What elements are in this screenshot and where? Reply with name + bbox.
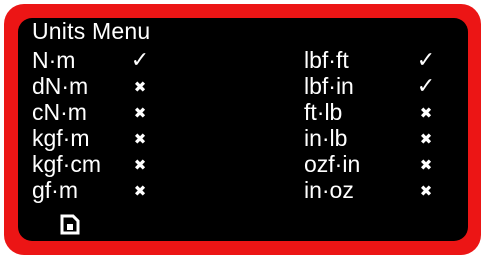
checkmark-icon: ✓ xyxy=(416,74,436,99)
unit-label: lbf·in xyxy=(304,73,354,99)
cross-icon: ✖ xyxy=(133,182,147,200)
unit-label: cN·m xyxy=(32,99,87,125)
cross-icon: ✖ xyxy=(419,130,433,148)
unit-label: N·m xyxy=(32,47,76,73)
cross-icon: ✖ xyxy=(133,78,147,96)
unit-label: in·oz xyxy=(304,177,354,203)
unit-label: dN·m xyxy=(32,73,89,99)
unit-label: ft·lb xyxy=(304,99,343,125)
unit-label: in·lb xyxy=(304,125,348,151)
unit-label: kgf·cm xyxy=(32,151,101,177)
cross-icon: ✖ xyxy=(419,156,433,174)
unit-label: lbf·ft xyxy=(304,47,349,73)
menu-title: Units Menu xyxy=(32,18,151,44)
cross-icon: ✖ xyxy=(133,130,147,148)
unit-label: gf·m xyxy=(32,177,78,203)
cross-icon: ✖ xyxy=(133,156,147,174)
save-icon xyxy=(60,214,80,235)
unit-label: ozf·in xyxy=(304,151,361,177)
unit-label: kgf·m xyxy=(32,125,90,151)
cross-icon: ✖ xyxy=(419,104,433,122)
checkmark-icon: ✓ xyxy=(130,48,150,73)
checkmark-icon: ✓ xyxy=(416,48,436,73)
save-button[interactable] xyxy=(60,214,80,235)
cross-icon: ✖ xyxy=(133,104,147,122)
cross-icon: ✖ xyxy=(419,182,433,200)
